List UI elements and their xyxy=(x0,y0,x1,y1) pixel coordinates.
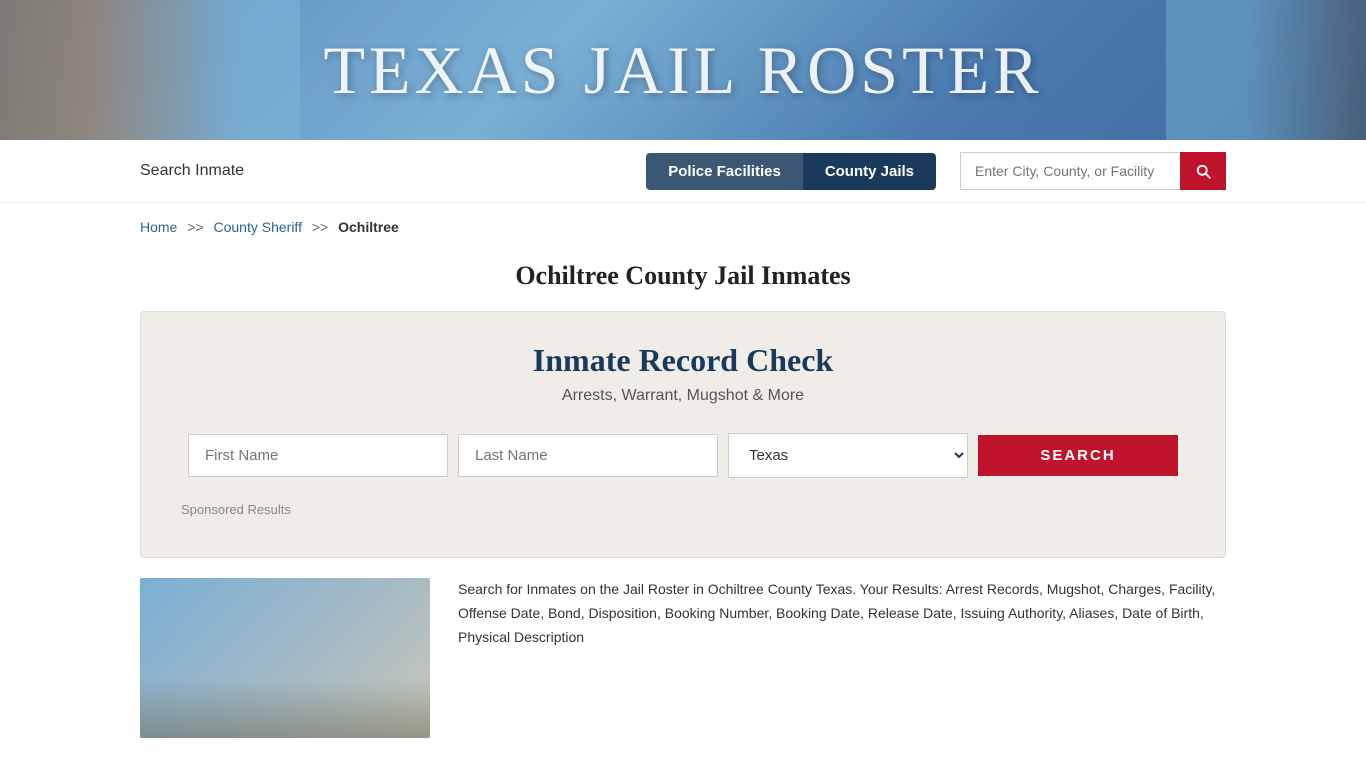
page-title-section: Ochiltree County Jail Inmates xyxy=(0,251,1366,311)
state-select[interactable]: AlabamaAlaskaArizonaArkansasCaliforniaCo… xyxy=(728,433,968,478)
page-title: Ochiltree County Jail Inmates xyxy=(0,261,1366,291)
keys-image xyxy=(1166,0,1366,140)
facility-search-button[interactable] xyxy=(1180,152,1226,190)
inmate-check-subheading: Arrests, Warrant, Mugshot & More xyxy=(181,387,1185,405)
breadcrumb-separator-1: >> xyxy=(187,219,203,235)
search-form-row: AlabamaAlaskaArizonaArkansasCaliforniaCo… xyxy=(181,433,1185,478)
facility-search-input[interactable] xyxy=(960,152,1180,190)
nav-bar: Search Inmate Police Facilities County J… xyxy=(0,140,1366,203)
breadcrumb-separator-2: >> xyxy=(312,219,328,235)
inmate-search-card: Inmate Record Check Arrests, Warrant, Mu… xyxy=(140,311,1226,558)
facility-image xyxy=(140,578,430,738)
bottom-section: Search for Inmates on the Jail Roster in… xyxy=(0,578,1366,738)
facility-description: Search for Inmates on the Jail Roster in… xyxy=(458,578,1226,649)
breadcrumb-home[interactable]: Home xyxy=(140,219,177,235)
site-banner: Texas Jail Roster xyxy=(0,0,1366,140)
tab-police-facilities[interactable]: Police Facilities xyxy=(646,153,803,190)
search-submit-button[interactable]: SEARCH xyxy=(978,435,1178,476)
breadcrumb-county-sheriff[interactable]: County Sheriff xyxy=(214,219,302,235)
sponsored-label: Sponsored Results xyxy=(181,502,1185,517)
site-title: Texas Jail Roster xyxy=(323,31,1042,110)
breadcrumb-current: Ochiltree xyxy=(338,219,399,235)
tab-county-jails[interactable]: County Jails xyxy=(803,153,936,190)
search-icon xyxy=(1194,162,1212,180)
first-name-input[interactable] xyxy=(188,434,448,477)
nav-tabs: Police Facilities County Jails xyxy=(646,153,936,190)
facility-search-wrapper xyxy=(960,152,1226,190)
inmate-check-heading: Inmate Record Check xyxy=(181,342,1185,379)
search-inmate-label: Search Inmate xyxy=(140,162,626,180)
breadcrumb: Home >> County Sheriff >> Ochiltree xyxy=(0,203,1366,251)
last-name-input[interactable] xyxy=(458,434,718,477)
capitol-image xyxy=(0,0,300,140)
